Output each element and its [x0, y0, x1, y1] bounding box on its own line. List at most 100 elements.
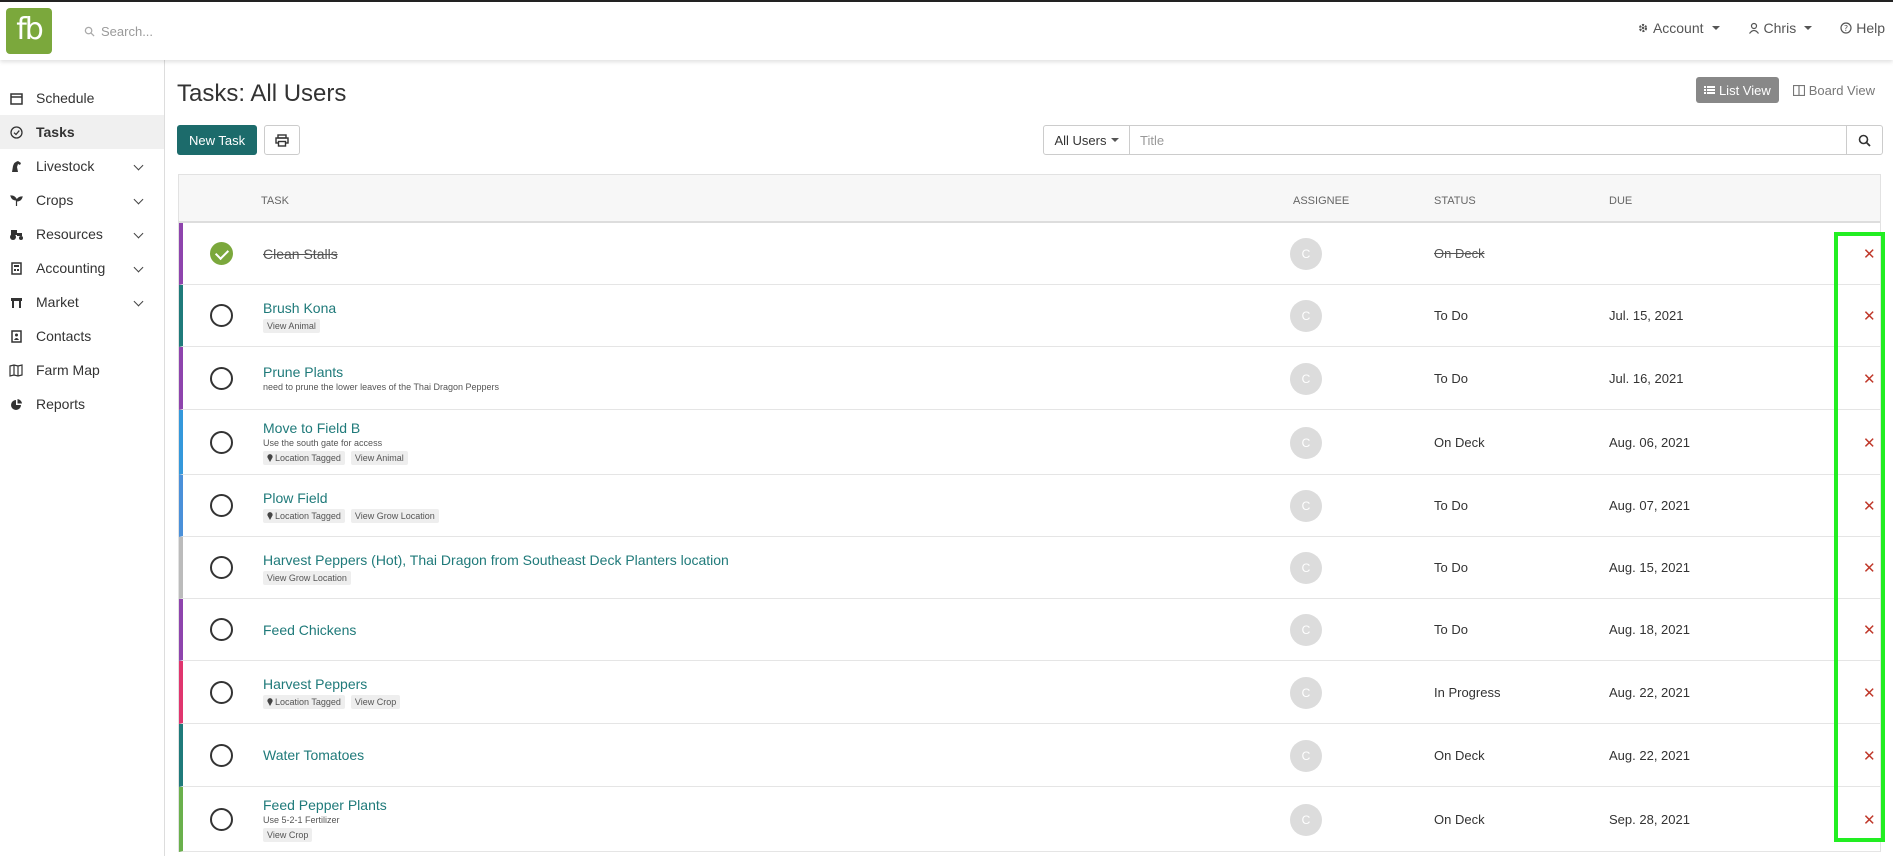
sidebar-item-label: Accounting [36, 260, 106, 276]
task-tag[interactable]: View Crop [350, 695, 401, 709]
sidebar-item-livestock[interactable]: Livestock [0, 149, 164, 183]
assignee-avatar[interactable]: C [1290, 552, 1322, 584]
task-title-link[interactable]: Brush Kona [263, 300, 336, 316]
task-tag[interactable]: Location Tagged [263, 695, 345, 709]
task-title-link[interactable]: Prune Plants [263, 364, 499, 380]
sidebar-item-schedule[interactable]: Schedule [0, 81, 164, 115]
task-title-link[interactable]: Harvest Peppers (Hot), Thai Dragon from … [263, 552, 729, 568]
task-tags: Location Tagged View Animal [263, 451, 408, 465]
search-input[interactable] [101, 23, 361, 39]
filter-search-button[interactable] [1846, 126, 1882, 154]
print-icon [275, 133, 289, 147]
delete-task-icon[interactable]: ✕ [1863, 684, 1876, 702]
sidebar-item-resources[interactable]: Resources [0, 217, 164, 251]
board-view-label: Board View [1808, 82, 1875, 98]
task-status: To Do [1434, 370, 1468, 386]
delete-task-icon[interactable]: ✕ [1863, 811, 1876, 829]
complete-toggle-icon[interactable] [210, 556, 233, 579]
sidebar-item-accounting[interactable]: Accounting [0, 251, 164, 285]
complete-toggle-icon[interactable] [210, 743, 233, 767]
task-status: To Do [1434, 308, 1468, 323]
list-view-button[interactable]: List View [1695, 77, 1779, 103]
users-filter-label: All Users [1054, 132, 1107, 148]
sidebar-item-market[interactable]: Market [0, 285, 164, 319]
sidebar-item-crops[interactable]: Crops [0, 183, 164, 217]
assignee-avatar[interactable]: C [1290, 676, 1322, 709]
delete-task-icon[interactable]: ✕ [1863, 497, 1876, 515]
table-row: Prune Plants need to prune the lower leav… [179, 347, 1880, 410]
task-status: On Deck [1434, 747, 1485, 763]
task-tag[interactable]: Location Tagged [263, 508, 345, 523]
task-title-link[interactable]: Move to Field B [263, 420, 408, 436]
assignee-avatar[interactable]: C [1290, 238, 1322, 270]
caret-down-icon [1110, 138, 1119, 142]
column-header-task: TASK [261, 195, 289, 207]
complete-toggle-icon[interactable] [210, 430, 233, 454]
seedling-icon [8, 192, 24, 208]
table-header: TASK ASSIGNEE STATUS DUE [179, 175, 1880, 223]
account-menu[interactable]: Account [1637, 20, 1720, 36]
delete-task-icon[interactable]: ✕ [1863, 621, 1876, 639]
task-tag-label: Location Tagged [275, 510, 341, 521]
task-tag[interactable]: View Animal [350, 451, 408, 465]
search-icon [1858, 134, 1871, 147]
complete-toggle-icon[interactable] [210, 366, 233, 390]
task-tag[interactable]: View Crop [263, 828, 313, 842]
assignee-avatar[interactable]: C [1290, 490, 1322, 522]
app-logo[interactable]: fb [6, 8, 52, 54]
complete-toggle-icon[interactable] [210, 304, 233, 327]
completed-check-icon[interactable] [210, 242, 233, 265]
complete-toggle-icon[interactable] [210, 618, 233, 641]
task-title-link[interactable]: Clean Stalls [263, 246, 338, 262]
delete-task-icon[interactable]: ✕ [1863, 307, 1876, 325]
delete-task-icon[interactable]: ✕ [1863, 434, 1876, 452]
task-cell: Water Tomatoes [263, 747, 364, 763]
complete-toggle-icon[interactable] [210, 807, 233, 831]
sidebar-item-reports[interactable]: Reports [0, 387, 164, 421]
task-title-link[interactable]: Plow Field [263, 490, 439, 506]
task-due-date: Aug. 15, 2021 [1609, 560, 1690, 575]
assignee-avatar[interactable]: C [1290, 739, 1322, 772]
gear-icon [1638, 23, 1648, 33]
table-row: Clean Stalls C On Deck ✕ [179, 223, 1880, 285]
sidebar-item-label: Livestock [36, 158, 95, 174]
task-due-date: Aug. 22, 2021 [1609, 747, 1690, 763]
task-due-date: Aug. 06, 2021 [1609, 434, 1690, 450]
task-title-link[interactable]: Water Tomatoes [263, 747, 364, 763]
delete-task-icon[interactable]: ✕ [1863, 747, 1876, 765]
help-link[interactable]: ? Help [1840, 20, 1885, 36]
title-filter-input[interactable] [1130, 126, 1846, 154]
sidebar-item-tasks[interactable]: Tasks [0, 115, 164, 149]
map-marker-icon [267, 454, 273, 462]
users-filter-dropdown[interactable]: All Users [1044, 126, 1130, 154]
assignee-avatar[interactable]: C [1290, 614, 1322, 646]
task-tag[interactable]: View Grow Location [350, 508, 439, 523]
table-row: Feed Pepper Plants Use 5-2-1 Fertilizer Vi… [179, 787, 1880, 852]
board-view-button[interactable]: Board View [1785, 77, 1883, 103]
delete-task-icon[interactable]: ✕ [1863, 370, 1876, 388]
user-menu[interactable]: Chris [1748, 20, 1813, 36]
task-title-link[interactable]: Feed Pepper Plants [263, 797, 387, 813]
sidebar-item-farm-map[interactable]: Farm Map [0, 353, 164, 387]
assignee-avatar[interactable]: C [1290, 426, 1322, 459]
task-filter: All Users [1043, 125, 1883, 155]
new-task-button[interactable]: New Task [177, 125, 258, 155]
task-title-link[interactable]: Feed Chickens [263, 622, 356, 638]
help-label: Help [1856, 20, 1885, 36]
task-tag[interactable]: View Animal [263, 318, 320, 333]
delete-task-icon[interactable]: ✕ [1863, 559, 1876, 577]
print-button[interactable] [264, 125, 300, 155]
complete-toggle-icon[interactable] [210, 680, 233, 704]
delete-task-icon[interactable]: ✕ [1863, 245, 1876, 263]
assignee-avatar[interactable]: C [1290, 362, 1322, 395]
assignee-avatar[interactable]: C [1290, 300, 1322, 332]
task-tag[interactable]: View Grow Location [263, 570, 351, 585]
sidebar-item-label: Farm Map [36, 362, 100, 378]
complete-toggle-icon[interactable] [210, 494, 233, 517]
task-title-link[interactable]: Harvest Peppers [263, 676, 400, 692]
sidebar-item-contacts[interactable]: Contacts [0, 319, 164, 353]
task-tag[interactable]: Location Tagged [263, 451, 345, 465]
view-toggle: List View Board View [1695, 77, 1883, 103]
assignee-avatar[interactable]: C [1290, 803, 1322, 836]
horse-icon [8, 158, 24, 174]
